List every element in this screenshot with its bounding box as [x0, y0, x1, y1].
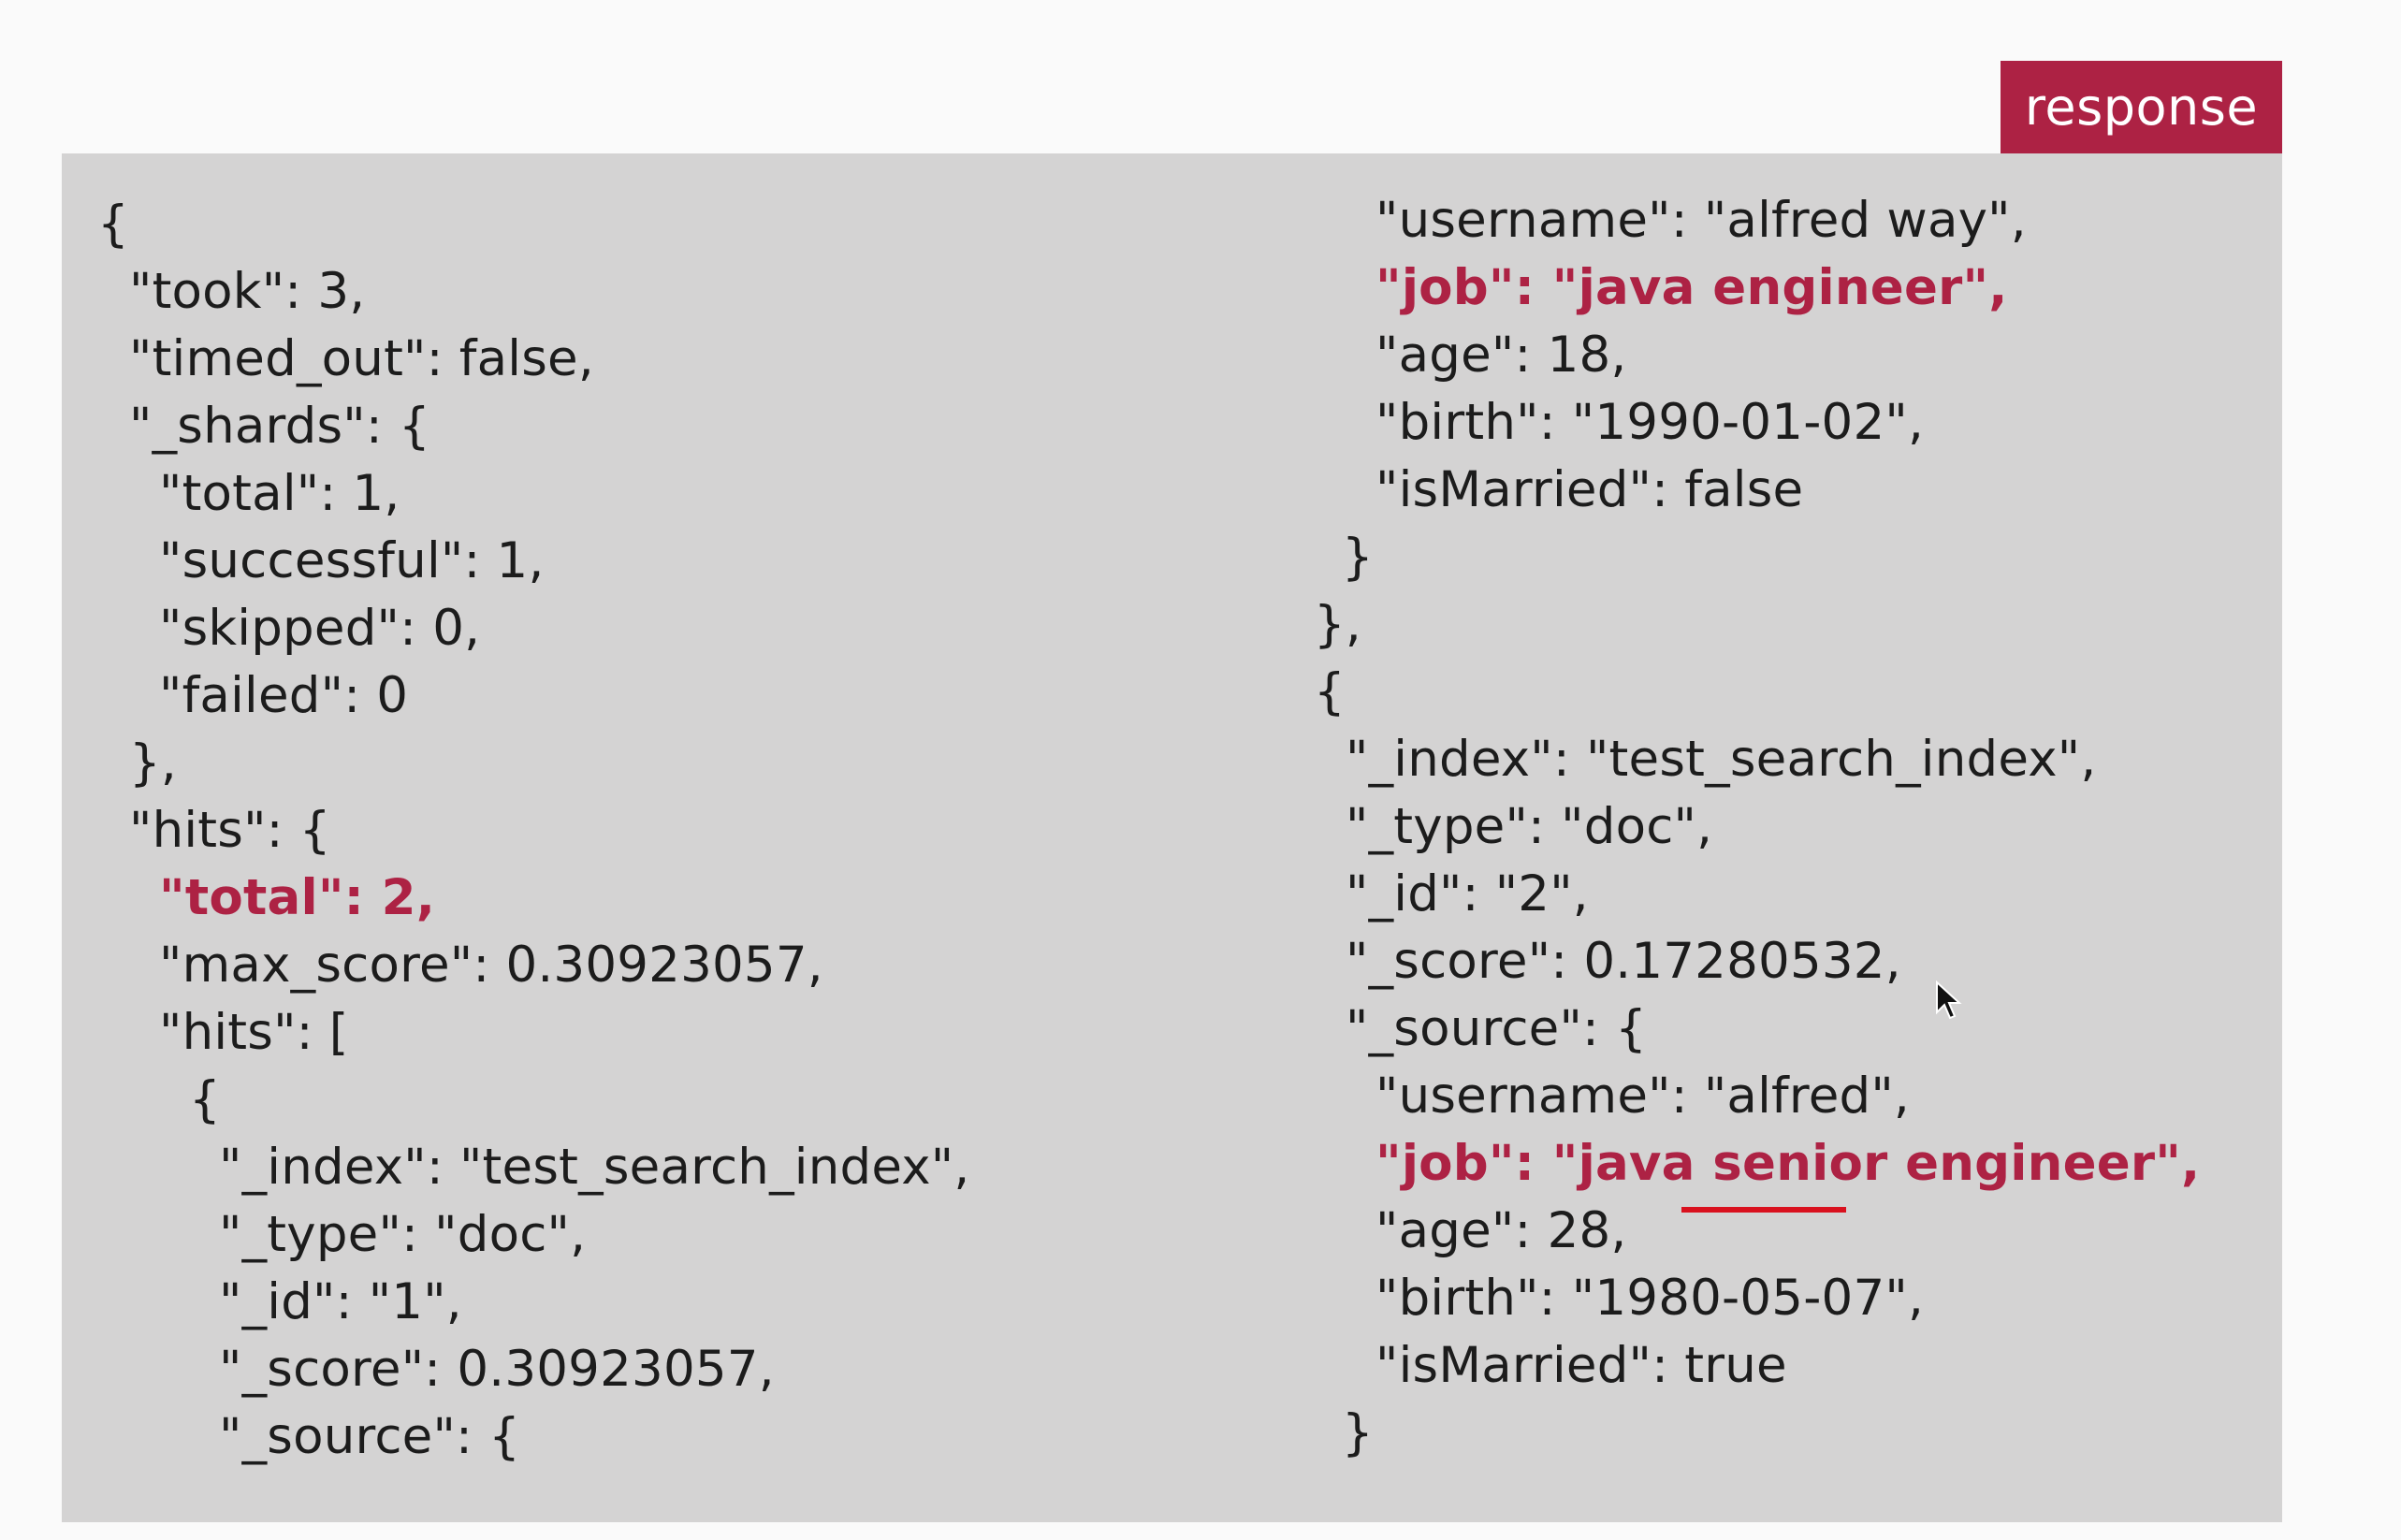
- code-line: "username": "alfred",: [1375, 1068, 1910, 1125]
- code-line: "_source": {: [219, 1408, 521, 1465]
- code-line: "_shards": {: [129, 398, 430, 455]
- code-line: "age": 28,: [1375, 1202, 1627, 1259]
- code-line: "timed_out": false,: [129, 330, 594, 387]
- code-line: "_score": 0.30923057,: [219, 1341, 775, 1398]
- highlighted-code-line: "job": "java senior engineer",: [1375, 1135, 2201, 1192]
- code-line: {: [97, 196, 129, 253]
- code-line: "_source": {: [1346, 1000, 1648, 1057]
- code-line: "took": 3,: [129, 263, 366, 320]
- code-line: },: [1314, 596, 1361, 653]
- code-line: "_id": "1",: [219, 1273, 462, 1330]
- code-line: }: [1342, 1404, 1374, 1461]
- code-line: "skipped": 0,: [159, 600, 481, 657]
- code-line: "hits": {: [129, 802, 331, 859]
- code-line: "_score": 0.17280532,: [1346, 933, 1901, 990]
- code-line: "_type": "doc",: [219, 1206, 587, 1263]
- slide: response { "took": 3, "timed_out": false…: [0, 0, 2401, 1540]
- code-line: "isMarried": false: [1375, 461, 1804, 518]
- code-line: {: [1314, 663, 1346, 720]
- mouse-pointer-icon: [1936, 981, 1962, 1020]
- senior-underline: [1681, 1207, 1846, 1213]
- code-line: "age": 18,: [1375, 327, 1627, 384]
- code-line: "successful": 1,: [159, 532, 545, 589]
- highlighted-code-line: "total": 2,: [159, 869, 436, 926]
- code-line: "total": 1,: [159, 465, 400, 522]
- json-response-panel: { "took": 3, "timed_out": false, "_shard…: [62, 153, 2282, 1522]
- code-line: "max_score": 0.30923057,: [159, 937, 823, 994]
- code-line: "failed": 0: [159, 667, 409, 724]
- code-line: "hits": [: [159, 1004, 349, 1061]
- code-line: },: [129, 734, 177, 792]
- code-line: "isMarried": true: [1375, 1337, 1787, 1394]
- code-line: "username": "alfred way",: [1375, 192, 2027, 249]
- response-badge: response: [2001, 61, 2282, 154]
- highlighted-code-line: "job": "java engineer",: [1375, 259, 2008, 316]
- code-line: "_index": "test_search_index",: [1346, 731, 2097, 788]
- code-line: {: [189, 1071, 221, 1128]
- code-line: "birth": "1980-05-07",: [1375, 1270, 1925, 1327]
- code-line: "_index": "test_search_index",: [219, 1139, 970, 1196]
- code-line: "birth": "1990-01-02",: [1375, 394, 1925, 451]
- code-line: "_id": "2",: [1346, 865, 1589, 923]
- code-line: }: [1342, 529, 1374, 586]
- code-line: "_type": "doc",: [1346, 798, 1713, 855]
